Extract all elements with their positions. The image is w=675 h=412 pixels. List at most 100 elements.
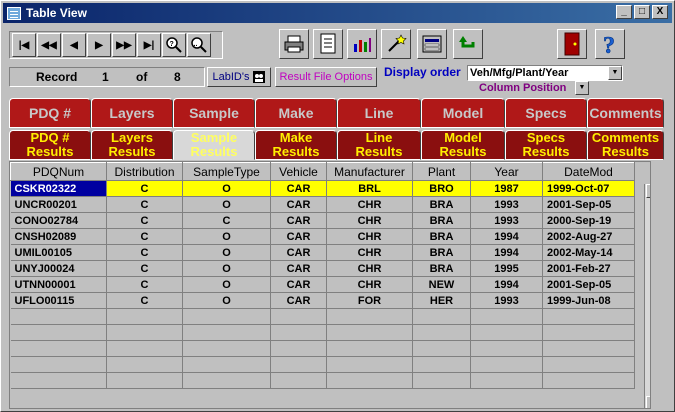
column-header[interactable]: Distribution xyxy=(106,162,183,181)
table-cell[interactable]: C xyxy=(106,292,183,309)
column-position-dropdown[interactable]: ▼ xyxy=(575,81,589,95)
table-row[interactable]: UNYJ00024 C O CAR CHR BRA 1995 2001-Feb-27 xyxy=(10,260,635,277)
table-cell[interactable] xyxy=(182,340,271,357)
empty-table-row[interactable] xyxy=(10,340,635,357)
table-cell[interactable] xyxy=(182,308,271,325)
table-cell[interactable] xyxy=(542,372,635,389)
table-cell[interactable] xyxy=(106,308,183,325)
last-record-icon[interactable]: ▶| xyxy=(137,33,161,57)
table-cell[interactable] xyxy=(10,324,107,341)
tab-line-results[interactable]: Line Results xyxy=(337,130,421,160)
table-cell[interactable] xyxy=(182,324,271,341)
table-cell[interactable]: 2001-Feb-27 xyxy=(542,260,635,277)
column-header[interactable]: PDQNum xyxy=(10,162,107,181)
table-row[interactable]: CNSH02089 C O CAR CHR BRA 1994 2002-Aug-27 xyxy=(10,228,635,245)
table-cell[interactable]: CAR xyxy=(270,180,327,197)
close-button[interactable]: X xyxy=(652,5,668,19)
table-cell[interactable]: O xyxy=(182,244,271,261)
table-cell[interactable]: O xyxy=(182,180,271,197)
table-cell[interactable]: CAR xyxy=(270,276,327,293)
table-cell[interactable] xyxy=(326,324,413,341)
table-cell[interactable] xyxy=(412,372,471,389)
table-cell[interactable]: NEW xyxy=(412,276,471,293)
table-cell[interactable] xyxy=(106,372,183,389)
table-cell[interactable]: 1994 xyxy=(470,244,543,261)
vertical-scrollbar[interactable]: ▲ ▼ xyxy=(644,184,650,408)
result-file-options-button[interactable]: Result File Options xyxy=(275,67,377,87)
tab-specs-results[interactable]: Specs Results xyxy=(505,130,587,160)
table-cell[interactable]: 2002-May-14 xyxy=(542,244,635,261)
document-icon[interactable] xyxy=(313,29,343,59)
table-cell[interactable]: CAR xyxy=(270,196,327,213)
table-cell[interactable] xyxy=(326,372,413,389)
table-cell[interactable]: C xyxy=(106,212,183,229)
table-cell[interactable]: 1999-Jun-08 xyxy=(542,292,635,309)
scroll-up-icon[interactable]: ▲ xyxy=(646,184,650,198)
table-cell[interactable]: O xyxy=(182,260,271,277)
empty-table-row[interactable] xyxy=(10,356,635,373)
table-cell[interactable] xyxy=(542,308,635,325)
table-cell[interactable]: CAR xyxy=(270,260,327,277)
first-record-icon[interactable]: |◀ xyxy=(12,33,36,57)
tab-comments[interactable]: Comments xyxy=(587,98,664,128)
table-cell[interactable] xyxy=(412,340,471,357)
table-cell[interactable]: BRA xyxy=(412,260,471,277)
table-row[interactable]: CSKR02322 C O CAR BRL BRO 1987 1999-Oct-07 xyxy=(10,180,635,197)
table-cell[interactable]: BRA xyxy=(412,228,471,245)
table-cell[interactable]: 2001-Sep-05 xyxy=(542,196,635,213)
table-cell[interactable] xyxy=(106,324,183,341)
tab-make[interactable]: Make xyxy=(255,98,337,128)
table-cell[interactable] xyxy=(542,324,635,341)
tab-model[interactable]: Model xyxy=(421,98,505,128)
table-cell[interactable] xyxy=(106,340,183,357)
table-row[interactable]: UTNN00001 C O CAR CHR NEW 1994 2001-Sep-05 xyxy=(10,276,635,293)
table-cell[interactable]: UMIL00105 xyxy=(10,244,107,261)
table-cell[interactable]: 2000-Sep-19 xyxy=(542,212,635,229)
table-cell[interactable] xyxy=(106,356,183,373)
table-cell[interactable]: 2001-Sep-05 xyxy=(542,276,635,293)
table-cell[interactable]: UNYJ00024 xyxy=(10,260,107,277)
table-cell[interactable]: FOR xyxy=(326,292,413,309)
table-cell[interactable]: 1994 xyxy=(470,228,543,245)
help-icon[interactable]: ? xyxy=(595,29,625,59)
table-cell[interactable]: CHR xyxy=(326,244,413,261)
table-cell[interactable] xyxy=(542,356,635,373)
table-cell[interactable]: CAR xyxy=(270,292,327,309)
table-cell[interactable]: 1999-Oct-07 xyxy=(542,180,635,197)
table-cell[interactable]: UNCR00201 xyxy=(10,196,107,213)
table-cell[interactable]: O xyxy=(182,292,271,309)
table-cell[interactable]: CNSH02089 xyxy=(10,228,107,245)
table-cell[interactable]: CAR xyxy=(270,244,327,261)
table-cell[interactable] xyxy=(412,308,471,325)
tab-sample-results[interactable]: Sample Results xyxy=(173,130,255,160)
table-cell[interactable] xyxy=(270,356,327,373)
column-header[interactable]: SampleType xyxy=(182,162,271,181)
table-cell[interactable]: CONO02784 xyxy=(10,212,107,229)
table-cell[interactable]: BRA xyxy=(412,244,471,261)
column-header[interactable]: Vehicle xyxy=(270,162,327,181)
labids-button[interactable]: LabID's xyxy=(207,67,271,87)
table-cell[interactable] xyxy=(470,372,543,389)
table-cell[interactable] xyxy=(326,356,413,373)
table-cell[interactable] xyxy=(270,372,327,389)
empty-table-row[interactable] xyxy=(10,308,635,325)
table-cell[interactable]: CSKR02322 xyxy=(10,180,107,197)
tab-make-results[interactable]: Make Results xyxy=(255,130,337,160)
empty-table-row[interactable] xyxy=(10,372,635,389)
table-cell[interactable]: 1993 xyxy=(470,196,543,213)
table-cell[interactable]: CHR xyxy=(326,276,413,293)
scroll-down-icon[interactable]: ▼ xyxy=(646,396,650,408)
print-icon[interactable] xyxy=(279,29,309,59)
table-cell[interactable]: HER xyxy=(412,292,471,309)
exit-door-icon[interactable] xyxy=(557,29,587,59)
table-cell[interactable]: UTNN00001 xyxy=(10,276,107,293)
table-cell[interactable]: BRL xyxy=(326,180,413,197)
magic-wand-icon[interactable] xyxy=(381,29,411,59)
table-cell[interactable] xyxy=(470,324,543,341)
tab-specs[interactable]: Specs xyxy=(505,98,587,128)
tab-pdq-results[interactable]: PDQ # Results xyxy=(9,130,91,160)
table-cell[interactable] xyxy=(10,356,107,373)
table-cell[interactable]: UFLO00115 xyxy=(10,292,107,309)
table-cell[interactable] xyxy=(542,340,635,357)
table-cell[interactable]: CHR xyxy=(326,212,413,229)
